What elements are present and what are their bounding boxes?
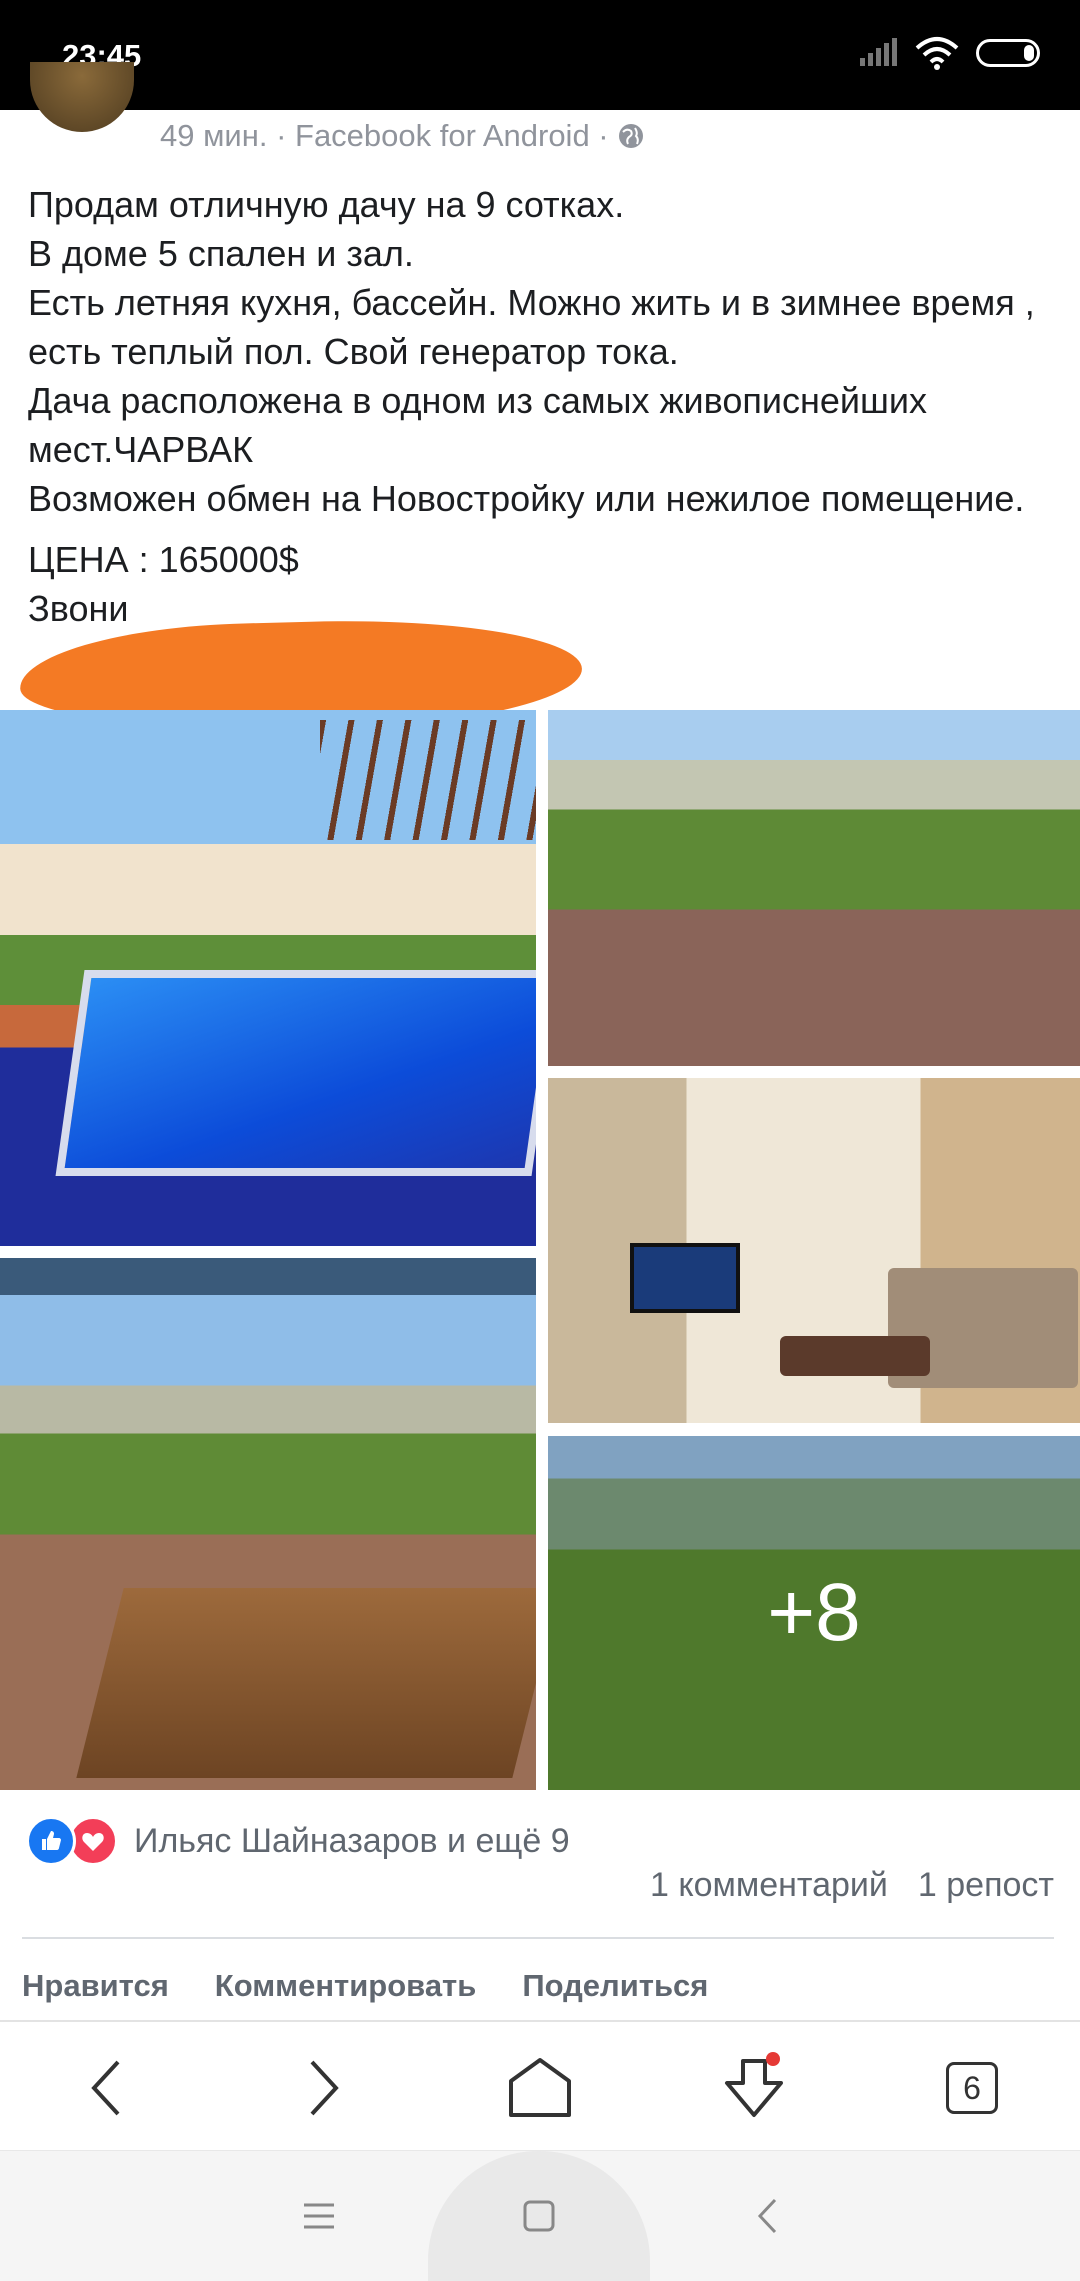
browser-toolbar: 6 [0,2020,1080,2152]
post-phone: Звони [28,588,129,629]
author-avatar[interactable] [30,62,134,132]
table-shape [780,1336,930,1376]
chevron-right-icon [310,2060,339,2116]
divider [22,1937,1054,1939]
reactions-summary[interactable]: Ильяс Шайназаров и ещё 9 [26,1816,570,1866]
tv-shape [630,1243,740,1313]
download-icon [725,2059,783,2117]
photo-terrace-view[interactable] [548,710,1080,1066]
signal-icon [860,38,897,66]
table-shape [76,1588,536,1778]
post-body: Продам отличную дачу на 9 сотках. В доме… [28,180,1058,633]
shares-count[interactable]: 1 репост [918,1866,1054,1905]
post-line: Возможен обмен на Новостройку или нежило… [28,478,1025,519]
photo-garden-more[interactable]: +8 [548,1436,1080,1790]
downloads-button[interactable] [718,2052,790,2124]
menu-icon [304,2203,334,2229]
notification-dot [766,2052,780,2066]
share-button[interactable]: Поделиться [522,1968,708,2004]
post-actions: Нравится Комментировать Поделиться [22,1968,708,2004]
like-reaction-icon [26,1816,76,1866]
like-button[interactable]: Нравится [22,1968,169,2004]
tabs-count: 6 [946,2062,998,2114]
photo-pool[interactable] [0,710,536,1246]
comment-button[interactable]: Комментировать [215,1968,477,2004]
status-bar: 23:45 [0,0,1080,110]
home-nav-button[interactable] [514,2191,564,2241]
more-photos-count: +8 [548,1436,1080,1790]
forward-button[interactable] [288,2052,360,2124]
home-icon [509,2058,571,2117]
post-meta: 49 мин. · Facebook for Android · [160,118,645,154]
chevron-left-icon [91,2060,120,2116]
post-line: Дача расположена в одном из самых живопи… [28,380,928,470]
pergola-shape [320,720,536,840]
photo-living-room[interactable] [548,1078,1080,1423]
back-nav-button[interactable] [742,2191,792,2241]
system-nav-bar [0,2150,1080,2281]
menu-nav-button[interactable] [294,2191,344,2241]
post-line: В доме 5 спален и зал. [28,233,414,274]
engagement-counts: 1 комментарий 1 репост [650,1866,1054,1905]
post-price: ЦЕНА : 165000$ [28,539,299,580]
back-icon [757,2198,777,2234]
post-meta-text: 49 мин. · Facebook for Android · [160,118,609,153]
back-button[interactable] [70,2052,142,2124]
post-line: Продам отличную дачу на 9 сотках. [28,184,625,225]
comments-count[interactable]: 1 комментарий [650,1866,888,1905]
status-icons [858,36,1040,70]
globe-icon [618,124,643,148]
pool-shape [55,970,536,1176]
home-button[interactable] [504,2052,576,2124]
photo-veranda[interactable] [0,1258,536,1790]
reaction-names: Ильяс Шайназаров и ещё 9 [134,1821,570,1860]
tabs-button[interactable]: 6 [936,2052,1008,2124]
battery-icon [976,39,1040,67]
square-icon [523,2200,555,2232]
post-line: Есть летняя кухня, бассейн. Можно жить и… [28,282,1035,372]
wifi-icon [915,37,959,70]
